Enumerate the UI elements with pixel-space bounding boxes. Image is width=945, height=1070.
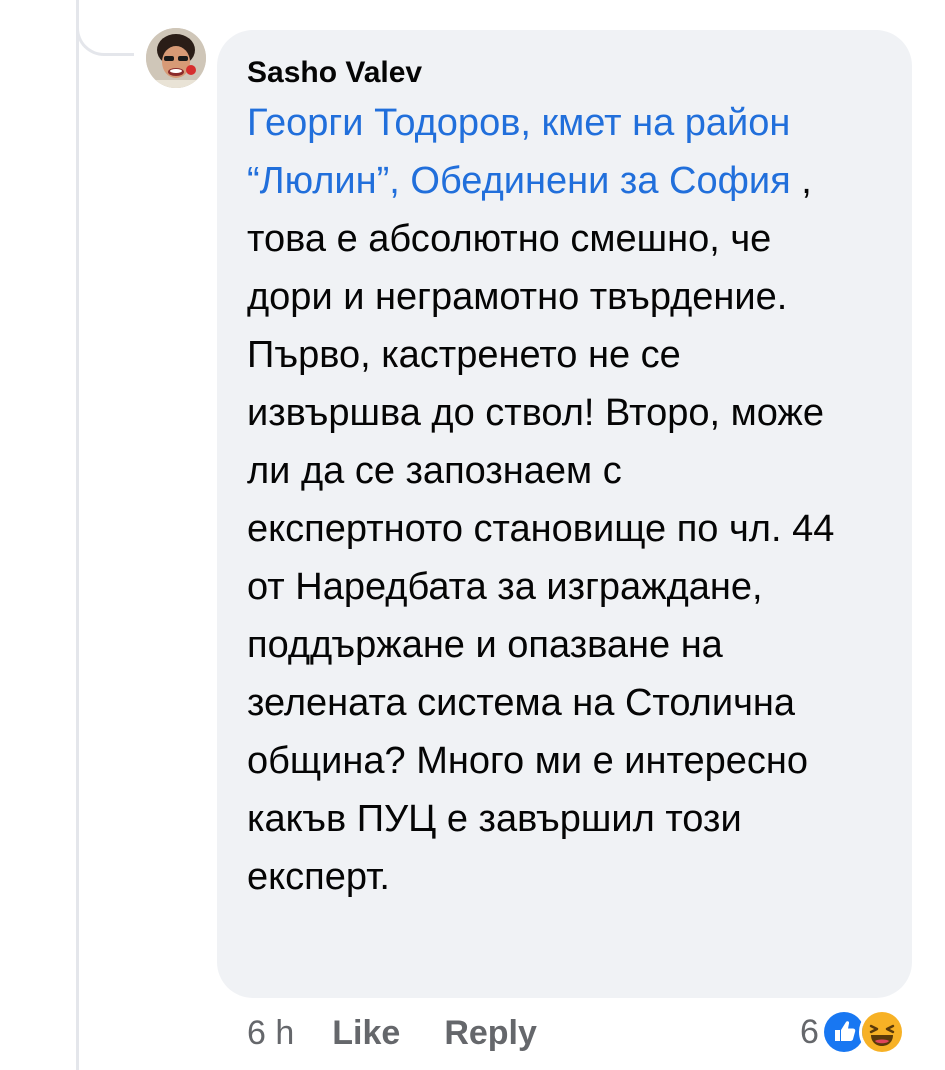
reaction-count: 6 [800, 1012, 819, 1051]
comment-author[interactable]: Sasho Valev [247, 54, 884, 92]
reply-button[interactable]: Reply [444, 1014, 537, 1053]
thread-line [76, 0, 79, 1070]
avatar[interactable] [146, 28, 206, 88]
comment-actions: 6 h Like Reply [247, 1008, 581, 1058]
comment-timestamp[interactable]: 6 h [247, 1014, 294, 1053]
reaction-summary[interactable]: 6 [800, 1006, 905, 1058]
mention-link[interactable]: Георги Тодоров, кмет на район “Люлин”, О… [247, 102, 791, 202]
comment-body-text: , това е абсолютно смешно, че дори и нег… [247, 160, 835, 898]
avatar-image [146, 28, 206, 88]
comment-bubble: Sasho Valev Георги Тодоров, кмет на райо… [217, 30, 912, 998]
thread-connector [76, 0, 134, 56]
haha-icon [858, 1009, 905, 1055]
comment-text: Георги Тодоров, кмет на район “Люлин”, О… [247, 94, 847, 906]
like-button[interactable]: Like [332, 1014, 400, 1053]
